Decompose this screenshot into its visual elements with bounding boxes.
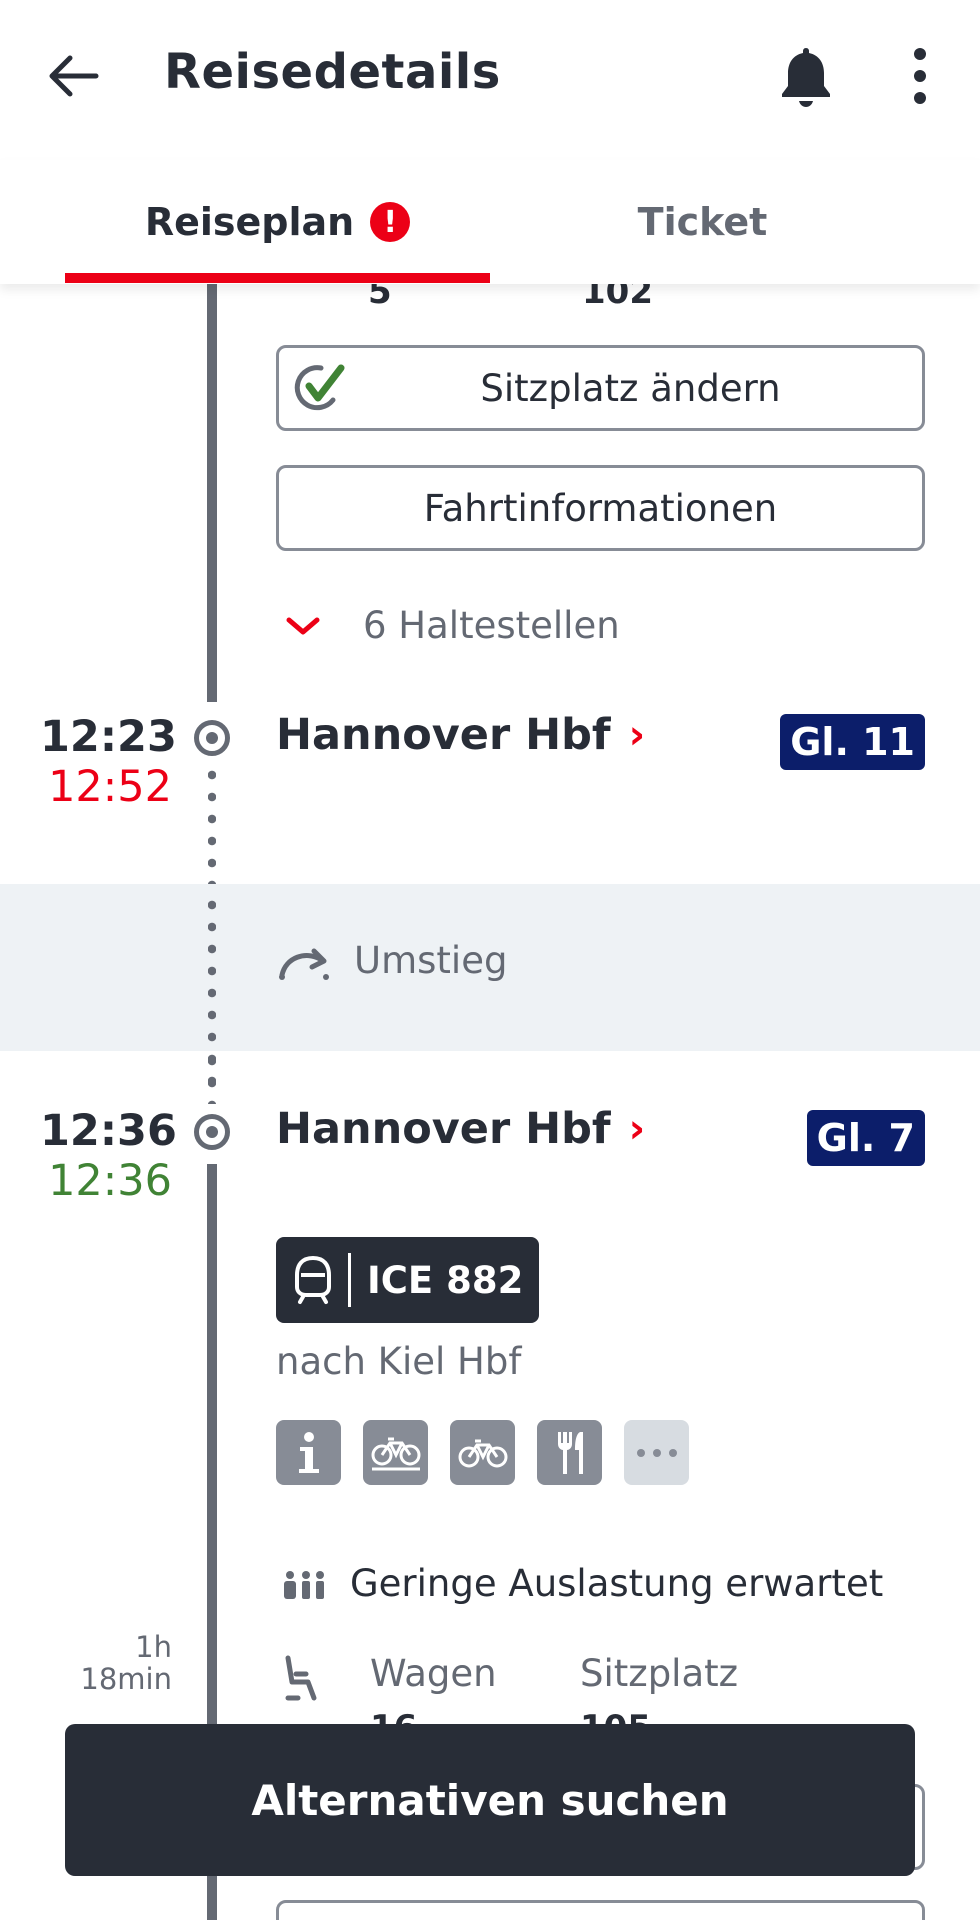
transfer-label: Umstieg [354, 939, 508, 982]
arrival-station-link[interactable]: Hannover Hbf › [276, 710, 645, 760]
sitzplatz-label: Sitzplatz [580, 1652, 739, 1695]
occupancy-label: Geringe Auslastung erwartet [350, 1562, 884, 1605]
fahrtinformationen-button[interactable] [276, 1900, 925, 1920]
departure-platform-badge: Gl. 7 [806, 1110, 925, 1166]
restaurant-button[interactable] [537, 1420, 602, 1485]
arrow-left-icon [49, 55, 99, 97]
chevron-right-icon: › [628, 1106, 646, 1152]
stop-marker-icon [194, 720, 230, 756]
leg-duration: 1h 18min [40, 1631, 172, 1695]
arrival-platform-badge: Gl. 11 [780, 714, 925, 770]
app-bar: Reisedetails [0, 0, 980, 150]
transfer-icon [279, 948, 329, 980]
tab-ticket-label: Ticket [637, 200, 768, 244]
departure-actual-time: 12:36 [48, 1156, 172, 1206]
bell-icon [782, 48, 830, 107]
haltestellen-label: 6 Haltestellen [363, 604, 620, 647]
amenities-row [276, 1420, 689, 1485]
more-amenities-button[interactable] [624, 1420, 689, 1485]
bike-reservation-button[interactable] [363, 1420, 428, 1485]
tab-reiseplan-label: Reiseplan [144, 200, 355, 244]
info-button[interactable] [276, 1420, 341, 1485]
alternativen-suchen-button[interactable]: Alternativen suchen [65, 1724, 915, 1876]
transfer-dotted-line [208, 894, 216, 1094]
seat-check-icon [294, 364, 345, 411]
arrival-planned-time: 12:23 [40, 712, 177, 762]
journey-content[interactable]: 5 102 Sitzplatz ändern Fahrtinformatione… [0, 284, 980, 1920]
duration-hours: 1h [135, 1630, 172, 1664]
tab-reiseplan[interactable]: Reiseplan ! [65, 160, 490, 284]
timeline-line [207, 284, 217, 702]
departure-times: 12:36 12:36 [40, 1106, 177, 1206]
chevron-down-icon [286, 617, 320, 634]
alert-icon: ! [370, 202, 411, 242]
more-options-button[interactable] [896, 44, 944, 108]
sitzplatz-value: 102 [582, 284, 653, 312]
active-tab-indicator [65, 273, 490, 283]
more-horizontal-icon [636, 1448, 677, 1457]
back-button[interactable] [44, 46, 104, 106]
page-title: Reisedetails [164, 44, 501, 100]
arrival-times: 12:23 12:52 [40, 712, 177, 812]
train-destination: nach Kiel Hbf [276, 1340, 522, 1383]
departure-station-name: Hannover Hbf [276, 1104, 611, 1154]
train-name: ICE 882 [367, 1258, 524, 1302]
info-icon [298, 1431, 319, 1473]
bike-reservation-icon [371, 1437, 420, 1470]
notification-button[interactable] [778, 44, 834, 108]
arrival-station-name: Hannover Hbf [276, 710, 611, 760]
tab-bar: Reiseplan ! Ticket [0, 160, 980, 284]
occupancy-row: Geringe Auslastung erwartet [282, 1562, 883, 1605]
train-icon [295, 1255, 331, 1304]
wagen-value: 5 [368, 284, 392, 312]
fahrtinformationen-button[interactable]: Fahrtinformationen [276, 465, 925, 551]
arrival-actual-time: 12:52 [48, 762, 172, 812]
more-vertical-icon [914, 48, 926, 104]
restaurant-icon [557, 1431, 583, 1474]
haltestellen-toggle[interactable]: 6 Haltestellen [283, 604, 620, 647]
wagen-label: Wagen [370, 1652, 497, 1695]
train-badge[interactable]: ICE 882 [276, 1237, 540, 1323]
fahrtinformationen-label: Fahrtinformationen [423, 486, 778, 530]
duration-minutes: 18min [80, 1662, 172, 1696]
tab-ticket[interactable]: Ticket [490, 160, 915, 284]
bike-icon [458, 1439, 507, 1467]
sitzplatz-aendern-label: Sitzplatz ändern [480, 366, 781, 410]
departure-planned-time: 12:36 [40, 1106, 177, 1156]
transfer-row: Umstieg [276, 939, 507, 982]
departure-station-link[interactable]: Hannover Hbf › [276, 1104, 645, 1154]
occupancy-icon [284, 1570, 324, 1599]
seat-icon [285, 1655, 317, 1701]
sitzplatz-aendern-button[interactable]: Sitzplatz ändern [276, 345, 925, 431]
bike-button[interactable] [450, 1420, 515, 1485]
chevron-right-icon: › [628, 712, 646, 758]
stop-marker-icon [194, 1114, 230, 1150]
